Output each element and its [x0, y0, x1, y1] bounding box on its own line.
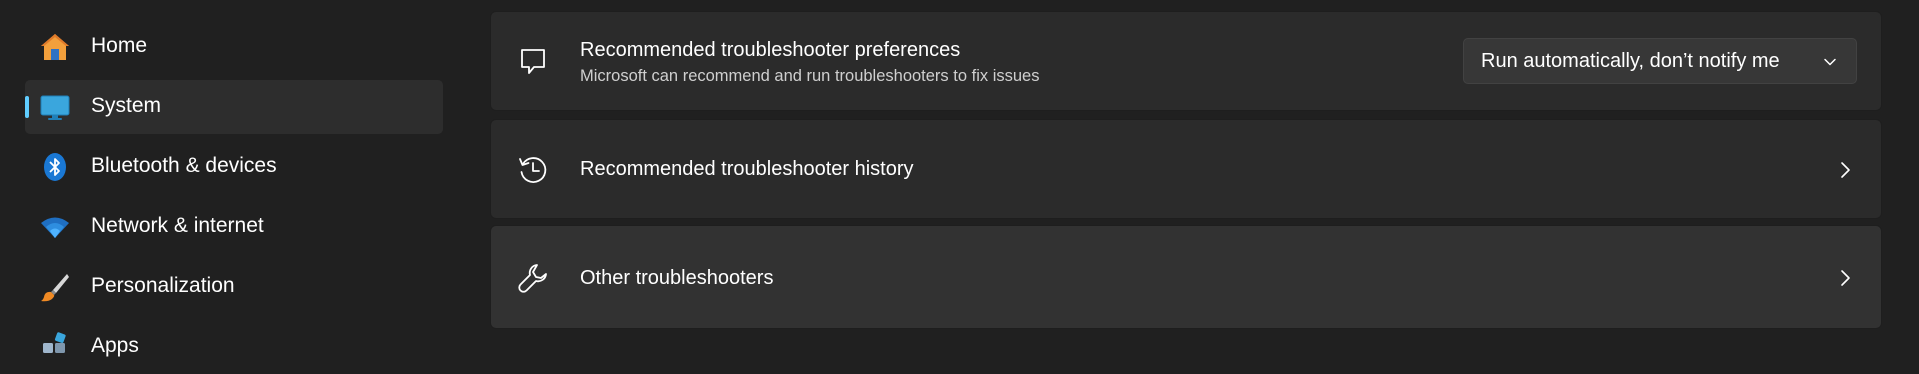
selection-indicator: [25, 96, 29, 118]
sidebar-item-label: Home: [91, 34, 148, 57]
history-title: Recommended troubleshooter history: [580, 158, 914, 180]
other-troubleshooters-card[interactable]: Other troubleshooters: [490, 225, 1882, 329]
home-icon: [39, 31, 71, 63]
sidebar-item-label: Personalization: [91, 274, 235, 297]
other-troubleshooters-title: Other troubleshooters: [580, 267, 774, 289]
preferences-subtitle: Microsoft can recommend and run troubles…: [580, 67, 1040, 85]
troubleshoot-settings-panel: Recommended troubleshooter preferences M…: [488, 0, 1919, 348]
sidebar-item-label: Bluetooth & devices: [91, 154, 277, 177]
preferences-title: Recommended troubleshooter preferences: [580, 39, 961, 61]
sidebar-item-system[interactable]: System: [25, 80, 443, 134]
wrench-icon: [516, 261, 550, 295]
apps-icon: [39, 331, 71, 363]
chat-bubble-icon: [516, 45, 550, 79]
troubleshooter-history-card[interactable]: Recommended troubleshooter history: [490, 119, 1882, 219]
chevron-right-icon: [1841, 270, 1850, 286]
sidebar-item-home[interactable]: Home: [25, 20, 443, 74]
wifi-icon: [39, 211, 71, 243]
bluetooth-icon: [39, 151, 71, 183]
troubleshooter-preference-dropdown[interactable]: Run automatically, don’t notify me: [1463, 38, 1857, 84]
chevron-down-icon: [1824, 58, 1836, 66]
monitor-icon: [39, 91, 71, 123]
sidebar-item-personalization[interactable]: Personalization: [25, 260, 443, 314]
history-icon: [516, 153, 550, 187]
navigation-sidebar: Home System Bluetooth & devices Network …: [0, 0, 470, 357]
sidebar-item-apps[interactable]: Apps: [25, 320, 443, 374]
sidebar-item-bluetooth[interactable]: Bluetooth & devices: [25, 140, 443, 194]
dropdown-selected-value: Run automatically, don’t notify me: [1481, 49, 1780, 72]
brush-icon: [39, 271, 71, 303]
sidebar-item-label: Network & internet: [91, 214, 264, 237]
sidebar-item-network[interactable]: Network & internet: [25, 200, 443, 254]
chevron-right-icon: [1841, 162, 1850, 178]
sidebar-item-label: Apps: [91, 334, 139, 357]
sidebar-item-label: System: [91, 94, 162, 117]
troubleshooter-preferences-card: Recommended troubleshooter preferences M…: [490, 11, 1882, 111]
